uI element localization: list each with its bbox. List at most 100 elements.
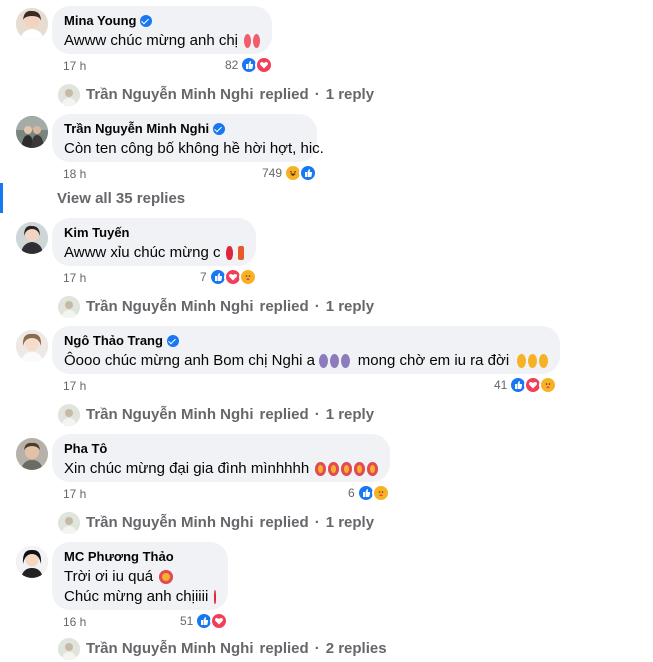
reply-author-avatar[interactable]: [58, 512, 80, 534]
reply-author-avatar[interactable]: [58, 404, 80, 426]
separator: ·: [314, 514, 320, 531]
author-name[interactable]: Trần Nguyễn Minh Nghi: [64, 121, 209, 137]
reply-author-avatar[interactable]: [58, 296, 80, 318]
heart-face-emoji-icon: [354, 462, 366, 476]
comment-bubble: MC Phương Thảo Trời ơi iu quá Chúc mừng …: [52, 542, 228, 610]
reaction-count: 7: [200, 270, 207, 284]
care-reaction-icon: [238, 268, 257, 286]
comment-text-content: Awww xỉu chúc mừng c: [64, 244, 221, 261]
avatar-ngo-thao-trang[interactable]: [16, 330, 48, 362]
comment-time[interactable]: 17 h: [63, 378, 86, 394]
love-hearts-emoji-icon: [244, 34, 251, 48]
reply-count: 1 reply: [325, 406, 375, 423]
reaction-summary[interactable]: 749: [262, 163, 318, 183]
reply-count: 2 replies: [325, 640, 387, 657]
reaction-summary[interactable]: 7: [200, 267, 257, 287]
reaction-summary[interactable]: 51: [180, 611, 229, 631]
comment-time[interactable]: 18 h: [63, 166, 86, 182]
author-name[interactable]: Kim Tuyến: [64, 225, 130, 241]
comment-bubble: Pha Tô Xin chúc mừng đại gia đình mìnhhh…: [52, 434, 390, 482]
reaction-summary[interactable]: 82: [225, 55, 274, 75]
reply-author-name: Trần Nguyễn Minh Nghi: [86, 514, 254, 531]
comment-text: Awww chúc mừng anh chị: [64, 31, 260, 51]
gift-emoji-icon: [237, 246, 244, 260]
reply-author-name: Trần Nguyễn Minh Nghi: [86, 406, 254, 423]
comment-time[interactable]: 17 h: [63, 486, 86, 502]
reaction-count: 6: [348, 486, 355, 500]
verified-badge-icon: [213, 123, 226, 135]
pray-emoji-icon: [329, 354, 339, 368]
verified-badge-icon: [166, 335, 179, 347]
smile-emoji-icon: [517, 354, 527, 368]
comment-text: Trời ơi iu quá: [64, 567, 216, 587]
avatar-kim-tuyen[interactable]: [16, 222, 48, 254]
author-name[interactable]: Ngô Thảo Trang: [64, 333, 163, 349]
reply-author-name: Trần Nguyễn Minh Nghi: [86, 640, 254, 657]
reply-author-avatar[interactable]: [58, 638, 80, 660]
view-all-replies-link[interactable]: View all 35 replies: [57, 190, 185, 207]
author-name[interactable]: Mina Young: [64, 13, 136, 29]
reaction-summary[interactable]: 41: [494, 375, 558, 395]
view-replies-link[interactable]: Trần Nguyễn Minh Nghi replied · 1 reply: [86, 514, 374, 531]
reaction-count: 51: [180, 614, 194, 628]
comment-text-line-2: Chúc mừng anh chịiiii: [64, 587, 216, 607]
separator: ·: [314, 86, 320, 103]
comment-time[interactable]: 17 h: [63, 270, 86, 286]
heart-face-emoji-icon: [315, 462, 327, 476]
balloon-emoji-icon: [226, 246, 233, 260]
reply-author-name: Trần Nguyễn Minh Nghi: [86, 298, 254, 315]
reply-count: 1 reply: [325, 514, 375, 531]
heart-face-emoji-icon: [367, 462, 378, 476]
smile-emoji-icon: [528, 354, 538, 368]
comment-time[interactable]: 17 h: [63, 58, 86, 74]
thread-indicator: [0, 183, 3, 213]
verified-badge-icon: [140, 15, 153, 27]
love-reaction-icon: [210, 612, 229, 630]
author-name[interactable]: Pha Tô: [64, 441, 107, 457]
reply-author-avatar[interactable]: [58, 84, 80, 106]
comment-text: Awww xỉu chúc mừng c: [64, 243, 244, 263]
comment-author[interactable]: Kim Tuyến: [64, 225, 244, 241]
comment-text: Ôooo chúc mừng anh Bom chị Nghi a mong c…: [64, 351, 548, 371]
reaction-count: 41: [494, 378, 508, 392]
view-replies-link[interactable]: Trần Nguyễn Minh Nghi replied · 1 reply: [86, 298, 374, 315]
comment-time[interactable]: 16 h: [63, 614, 86, 630]
reply-action: replied: [259, 86, 309, 103]
reply-action: replied: [259, 298, 309, 315]
view-replies-link[interactable]: Trần Nguyễn Minh Nghi replied · 1 reply: [86, 406, 374, 423]
comment-author[interactable]: Ngô Thảo Trang: [64, 333, 548, 349]
avatar-tran-nguyen-minh-nghi[interactable]: [16, 116, 48, 148]
comment-text-continuation: mong chờ em iu ra đời: [357, 352, 510, 369]
avatar-mc-phuong-thao[interactable]: [16, 546, 48, 578]
comment-author[interactable]: MC Phương Thảo: [64, 549, 216, 565]
heart-face-emoji-icon: [159, 570, 174, 584]
comment-author[interactable]: Mina Young: [64, 13, 260, 29]
separator: ·: [314, 298, 320, 315]
reaction-summary[interactable]: 6: [348, 483, 390, 503]
view-replies-link[interactable]: Trần Nguyễn Minh Nghi replied · 1 reply: [86, 86, 374, 103]
comment-author[interactable]: Trần Nguyễn Minh Nghi: [64, 121, 305, 137]
view-replies-link[interactable]: Trần Nguyễn Minh Nghi replied · 2 replie…: [86, 640, 387, 657]
comment-text-content: Ôooo chúc mừng anh Bom chị Nghi a: [64, 352, 316, 369]
love-reaction-icon: [255, 56, 274, 74]
smile-emoji-icon: [539, 354, 548, 368]
avatar-pha-to[interactable]: [16, 438, 48, 470]
avatar-mina-young[interactable]: [16, 8, 48, 40]
pray-emoji-icon: [340, 354, 350, 368]
reaction-count: 749: [262, 166, 283, 180]
comment-text-content: Còn ten công bố không hề hời hợt, hic.: [64, 140, 324, 157]
care-reaction-icon: [371, 484, 390, 502]
reply-action: replied: [259, 640, 309, 657]
reply-count: 1 reply: [325, 298, 375, 315]
comment-bubble: Kim Tuyến Awww xỉu chúc mừng c: [52, 218, 256, 266]
comment-author[interactable]: Pha Tô: [64, 441, 378, 457]
heart-face-emoji-icon: [341, 462, 353, 476]
author-name[interactable]: MC Phương Thảo: [64, 549, 174, 565]
reply-action: replied: [259, 514, 309, 531]
reply-count: 1 reply: [325, 86, 375, 103]
like-reaction-icon: [299, 164, 318, 182]
comment-text-content: Chúc mừng anh chịiiii: [64, 588, 209, 605]
reaction-count: 82: [225, 58, 239, 72]
pray-emoji-icon: [319, 354, 328, 368]
heart-face-emoji-icon: [328, 462, 340, 476]
